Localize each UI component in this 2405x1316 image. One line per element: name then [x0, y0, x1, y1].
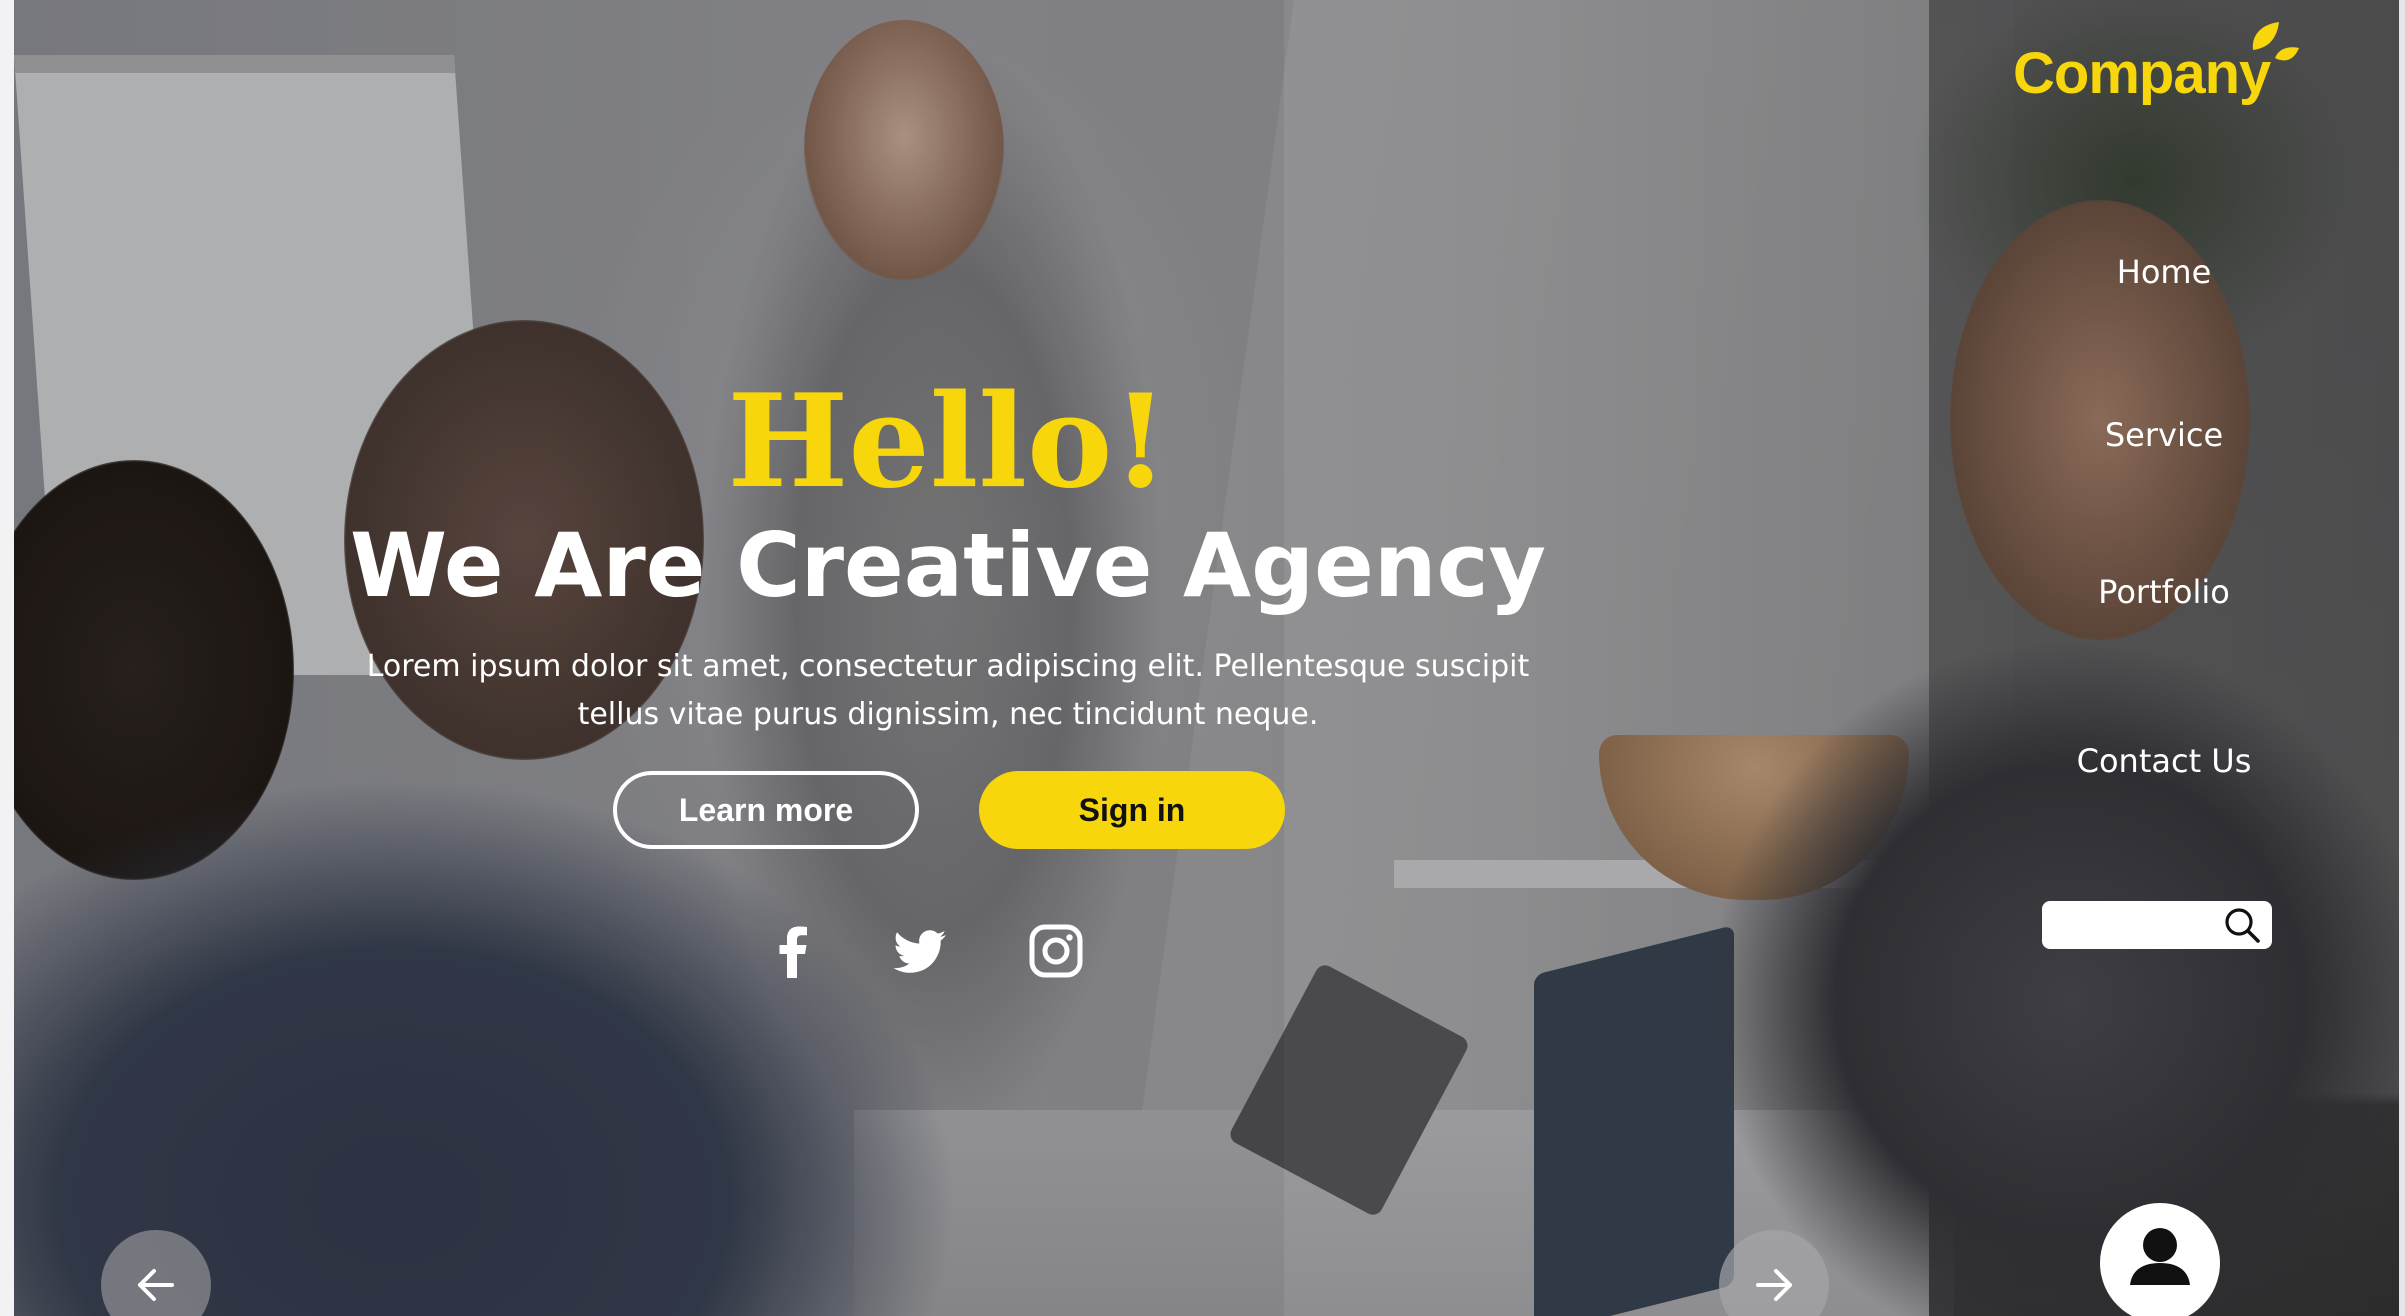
arrow-left-icon: [138, 1269, 174, 1301]
nav-item-service[interactable]: Service: [1929, 416, 2399, 454]
hero-tagline-line-1: Lorem ipsum dolor sit amet, consectetur …: [366, 649, 1530, 684]
user-avatar[interactable]: [2100, 1203, 2220, 1316]
hero-greeting: Hello!: [727, 367, 1169, 517]
search-input[interactable]: [2052, 907, 2222, 943]
hero-greeting-wrap: Hello!: [14, 378, 1882, 506]
brand-logo-text[interactable]: Company: [2013, 40, 2271, 107]
instagram-icon[interactable]: [1027, 922, 1085, 980]
hero-headline: We Are Creative Agency: [350, 514, 1546, 617]
page-right-edge: [2399, 0, 2405, 1316]
arrow-right-icon: [1756, 1269, 1792, 1301]
hero-tagline: Lorem ipsum dolor sit amet, consectetur …: [14, 643, 1882, 739]
twitter-icon[interactable]: [893, 922, 951, 980]
facebook-icon[interactable]: [764, 922, 822, 980]
nav-item-contact-us[interactable]: Contact Us: [1929, 742, 2399, 780]
leaf-logo-icon: [2252, 22, 2299, 61]
learn-more-button[interactable]: Learn more: [613, 771, 919, 849]
search-icon[interactable]: [2222, 905, 2262, 945]
nav-item-portfolio[interactable]: Portfolio: [1929, 573, 2399, 611]
nav-item-home[interactable]: Home: [1929, 253, 2399, 291]
hero-tagline-line-2: tellus vitae purus dignissim, nec tincid…: [577, 697, 1319, 732]
user-avatar-icon: [2130, 1228, 2190, 1285]
page-left-edge: [0, 0, 14, 1316]
sign-in-button[interactable]: Sign in: [979, 771, 1285, 849]
